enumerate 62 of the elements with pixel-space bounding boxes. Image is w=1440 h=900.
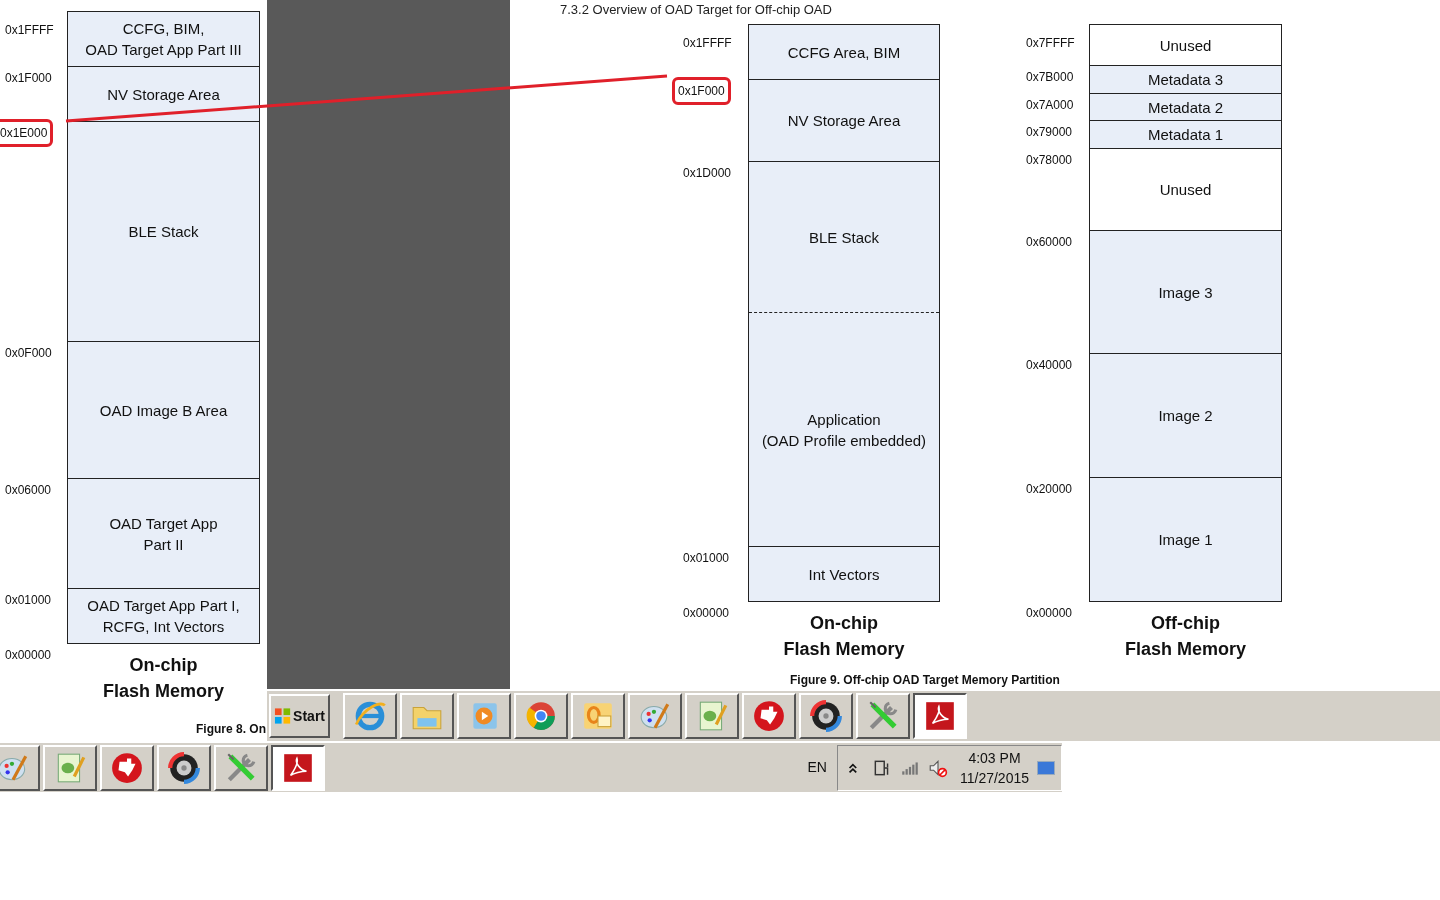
memory-region: Image 3 <box>1090 231 1281 354</box>
memory-region: CCFG Area, BIM <box>749 25 939 80</box>
logo-icon <box>110 750 144 785</box>
memory-region: BLE Stack <box>749 162 939 313</box>
muted-speaker-icon[interactable] <box>927 757 948 778</box>
diagram-caption: Flash Memory <box>1124 638 1246 661</box>
start-button[interactable]: Start <box>269 694 330 738</box>
section-heading: 7.3.2 Overview of OAD Target for Off-chip OAD <box>560 1 832 19</box>
address-label: 0x1F000 <box>672 77 731 105</box>
address-label: 0x7B000 <box>1025 69 1075 86</box>
disc-icon <box>809 699 843 733</box>
address-label: 0x1D000 <box>682 165 733 182</box>
four-squares-icon <box>274 707 292 725</box>
diagram-caption: Off-chip <box>1151 612 1220 635</box>
memory-region: Int Vectors <box>749 547 939 602</box>
address-label: 0x1E000 <box>0 119 54 147</box>
address-label: 0x00000 <box>1025 605 1074 622</box>
disc-icon <box>167 750 201 785</box>
language-indicator[interactable]: EN <box>807 757 827 778</box>
address-label: 0x1F000 <box>4 70 53 87</box>
figure-caption: Figure 9. Off-chip OAD Target Memory Partition <box>790 672 1061 689</box>
address-label: 0x01000 <box>4 592 53 609</box>
memory-region: OAD Target App Part II <box>68 479 259 589</box>
memory-region: BLE Stack <box>68 122 259 342</box>
diagram-caption: On-chip <box>810 612 878 635</box>
address-label: 0x40000 <box>1025 357 1074 374</box>
address-label: 0x06000 <box>4 482 53 499</box>
memory-region: Image 1 <box>1090 478 1281 602</box>
memory-region: Image 2 <box>1090 354 1281 478</box>
address-label: 0x20000 <box>1025 481 1074 498</box>
memory-region: OAD Image B Area <box>68 342 259 479</box>
diagram-caption: On-chip <box>129 654 198 677</box>
memory-region: Metadata 3 <box>1090 66 1281 94</box>
figure-caption: Figure 8. On <box>195 721 266 738</box>
address-label: 0x78000 <box>1025 152 1074 169</box>
e-letter-icon <box>353 699 387 733</box>
address-label: 0x00000 <box>682 605 731 622</box>
address-label: 0x7A000 <box>1025 97 1075 114</box>
clock[interactable]: 4:03 PM 11/27/2015 <box>959 747 1029 788</box>
show-desktop-button[interactable] <box>1037 760 1055 775</box>
address-label: 0x60000 <box>1025 234 1074 251</box>
diagram-caption: Flash Memory <box>783 638 905 661</box>
document-icon <box>923 699 957 733</box>
taskbar-button[interactable] <box>913 693 967 739</box>
address-label: 0x01000 <box>682 550 731 567</box>
address-label: 0x7FFFF <box>1025 35 1076 52</box>
logo-icon <box>752 699 786 733</box>
address-label: 0x1FFFF <box>4 22 55 39</box>
memory-region: CCFG, BIM, OAD Target App Part III <box>68 12 259 67</box>
memory-region: Metadata 2 <box>1090 94 1281 121</box>
diagram-caption: Flash Memory <box>102 680 224 703</box>
address-label: 0x00000 <box>4 647 53 664</box>
memory-region: Metadata 1 <box>1090 121 1281 149</box>
circle-icon <box>524 699 558 733</box>
memory-region: NV Storage Area <box>68 67 259 122</box>
memory-region: OAD Target App Part I, RCFG, Int Vectors <box>68 589 259 644</box>
memory-region: Application (OAD Profile embedded) <box>749 313 939 547</box>
taskbar-button[interactable] <box>271 744 325 791</box>
address-label: 0x79000 <box>1025 124 1074 141</box>
address-label: 0x0F000 <box>4 345 53 362</box>
address-label: 0x1FFFF <box>682 35 733 52</box>
memory-region: NV Storage Area <box>749 80 939 162</box>
